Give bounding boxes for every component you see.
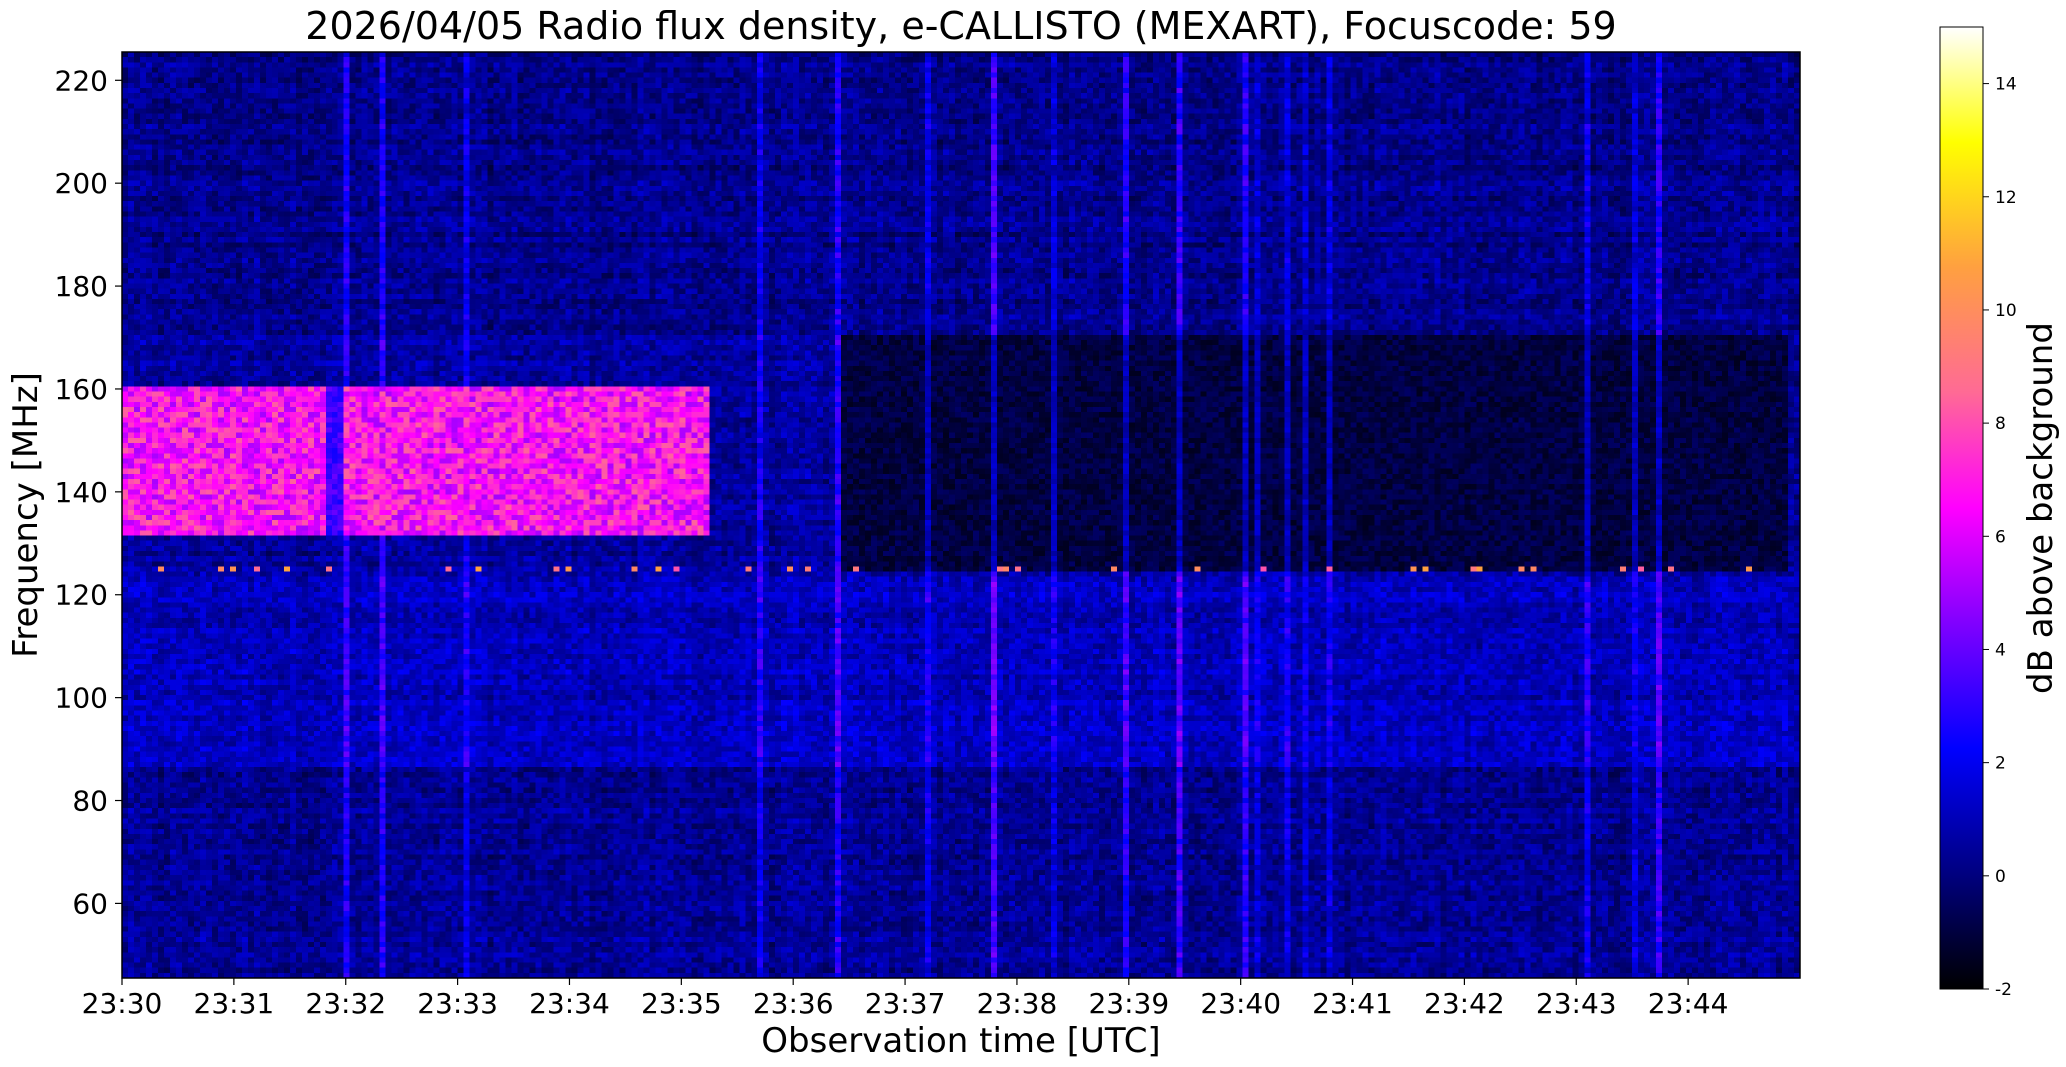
x-tick-label: 23:37: [865, 987, 946, 1020]
colorbar-tick-label: 12: [1995, 188, 2017, 208]
y-tick-label: 100: [55, 682, 108, 715]
x-tick-label: 23:44: [1648, 987, 1729, 1020]
x-tick-label: 23:36: [753, 987, 834, 1020]
y-tick-label: 60: [72, 887, 108, 920]
y-axis: 60 80 100 120 140 160 180 200 220: [55, 64, 122, 920]
chart-title: 2026/04/05 Radio flux density, e-CALLIST…: [305, 4, 1616, 48]
colorbar-tick-label: 14: [1995, 75, 2017, 95]
x-tick-label: 23:33: [417, 987, 498, 1020]
colorbar-tick-label: 6: [1995, 527, 2006, 547]
y-tick-label: 120: [55, 579, 108, 612]
y-tick-label: 160: [55, 373, 108, 406]
x-tick-label: 23:30: [82, 987, 163, 1020]
spectrogram-chart: 2026/04/05 Radio flux density, e-CALLIST…: [6, 4, 2061, 1061]
x-tick-label: 23:41: [1312, 987, 1393, 1020]
y-tick-label: 140: [55, 476, 108, 509]
colorbar-axis: -2 0 2 4 6 8 10 12 14: [1983, 75, 2017, 1000]
x-tick-label: 23:34: [529, 987, 610, 1020]
spectrogram-image: [122, 52, 1800, 978]
spectrogram-heatmap: [122, 52, 1800, 978]
x-axis: 23:30 23:31 23:32 23:33 23:34 23:35 23:36 23:37…: [82, 978, 1729, 1020]
colorbar-tick-label: 8: [1995, 414, 2006, 434]
x-tick-label: 23:39: [1088, 987, 1169, 1020]
colorbar-tick-label: 4: [1995, 640, 2006, 660]
colorbar-tick-label: 10: [1995, 301, 2017, 321]
y-tick-label: 220: [55, 64, 108, 97]
x-tick-label: 23:38: [977, 987, 1058, 1020]
colorbar-tick-label: 2: [1995, 754, 2006, 774]
y-tick-label: 80: [72, 785, 108, 818]
x-tick-label: 23:43: [1536, 987, 1617, 1020]
colorbar: [1939, 26, 1984, 990]
x-tick-label: 23:40: [1200, 987, 1281, 1020]
x-tick-label: 23:35: [641, 987, 722, 1020]
x-tick-label: 23:32: [305, 987, 386, 1020]
colorbar-label: dB above background: [2021, 322, 2061, 694]
y-tick-label: 200: [55, 167, 108, 200]
y-tick-label: 180: [55, 270, 108, 303]
x-tick-label: 23:31: [194, 987, 275, 1020]
x-tick-label: 23:42: [1424, 987, 1505, 1020]
y-axis-label: Frequency [MHz]: [6, 372, 46, 658]
colorbar-tick-label: 0: [1995, 867, 2006, 887]
x-axis-label: Observation time [UTC]: [761, 1021, 1160, 1061]
colorbar-tick-label: -2: [1995, 980, 2012, 1000]
